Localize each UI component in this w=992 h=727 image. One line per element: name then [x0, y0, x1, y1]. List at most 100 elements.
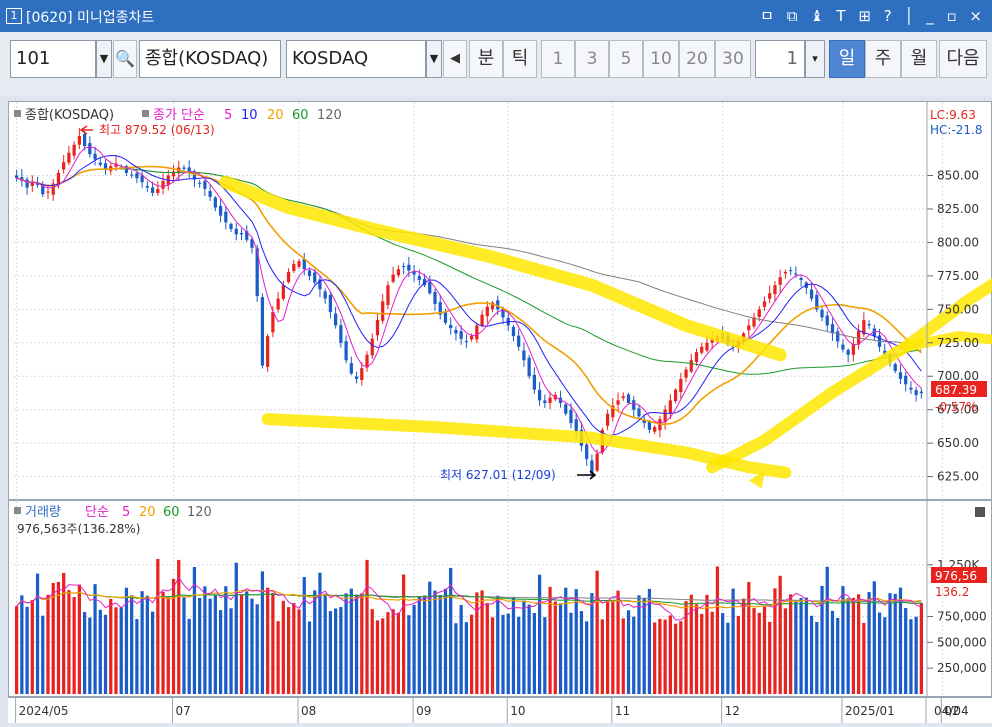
price-axis: 850.00825.00800.00775.00750.00725.00700.…: [926, 102, 979, 501]
volume-bar: [328, 611, 333, 694]
volume-bar: [517, 616, 521, 694]
x-tick-label: 08: [301, 704, 316, 718]
btn-10[interactable]: 10: [643, 40, 679, 78]
vol-ma20-line: [16, 589, 922, 610]
volume-bar: [585, 621, 589, 694]
volume-bar: [757, 612, 761, 694]
volume-chart[interactable]: 1,250K750,000500,000250,000 거래량 단순 5 20 …: [9, 501, 992, 698]
window-controls[interactable]: ㅁ ⧉ ♝ T ⊞ ? │ _ ▫ ×: [760, 5, 986, 26]
volume-bar: [166, 597, 170, 694]
period-count-input[interactable]: 1: [755, 40, 805, 78]
candle-body: [72, 144, 76, 156]
volume-bar: [46, 594, 50, 694]
volume-bar: [459, 605, 463, 694]
volume-bar: [663, 619, 667, 694]
volume-bar: [527, 604, 531, 694]
volume-bar: [537, 574, 542, 694]
code-input[interactable]: 101: [10, 40, 96, 78]
candle-body: [789, 270, 793, 272]
candle-body: [464, 341, 469, 343]
market-select[interactable]: KOSDAQ: [286, 40, 426, 78]
volume-bar: [731, 588, 735, 694]
candle-body: [527, 357, 531, 377]
prev-icon[interactable]: ◀: [443, 40, 467, 78]
candle-body: [904, 375, 908, 385]
volume-bar: [741, 598, 746, 694]
volume-bar: [407, 615, 411, 694]
candle-body: [778, 277, 782, 285]
x-tick-label: 11: [615, 704, 630, 718]
volume-bar: [30, 599, 34, 694]
volume-bar: [245, 591, 249, 694]
candle-body: [694, 352, 699, 363]
window-number: 1: [6, 8, 22, 24]
volume-bar: [422, 595, 427, 694]
price-tick-label: 850.00: [937, 169, 979, 183]
candle-body: [203, 181, 207, 189]
candle-body: [182, 167, 186, 169]
ma20-line: [16, 165, 922, 426]
btn-20[interactable]: 20: [679, 40, 715, 78]
btn-3[interactable]: 3: [575, 40, 609, 78]
name-field[interactable]: 종합(KOSDAQ): [139, 40, 281, 78]
volume-bar: [736, 615, 740, 694]
volume-bar: [156, 558, 160, 694]
volume-bar: [783, 608, 788, 694]
btn-week[interactable]: 주: [865, 40, 901, 78]
price-tick-label: 750.00: [937, 302, 979, 316]
candle-body: [898, 372, 903, 379]
period-count-dropdown-icon[interactable]: ▾: [805, 40, 825, 78]
volume-bar: [799, 598, 803, 694]
search-icon[interactable]: 🔍: [113, 40, 137, 78]
volume-bar: [543, 617, 547, 694]
volume-bar: [867, 592, 871, 694]
legend-ma5: 5: [224, 108, 232, 123]
price-tick-label: 625.00: [937, 470, 979, 484]
current-change: -0.57%: [935, 400, 977, 414]
volume-bar: [789, 594, 793, 694]
candle-body: [354, 376, 359, 379]
x-tick-label: 09: [416, 704, 431, 718]
btn-minute[interactable]: 분: [469, 40, 503, 78]
btn-month[interactable]: 월: [901, 40, 937, 78]
btn-5[interactable]: 5: [609, 40, 643, 78]
candle-body: [825, 315, 829, 326]
volume-bar: [396, 612, 401, 694]
market-dropdown-icon[interactable]: ▼: [426, 40, 442, 78]
volume-bar: [349, 588, 353, 694]
btn-tick[interactable]: 틱: [503, 40, 537, 78]
next-button[interactable]: 다음: [939, 40, 987, 78]
candle-body: [67, 152, 71, 163]
vol-close-icon[interactable]: [975, 507, 985, 517]
volume-bar: [642, 598, 646, 694]
lc-label: LC:9.63: [930, 108, 976, 122]
volume-bar: [558, 603, 563, 694]
candle-body: [218, 205, 223, 216]
volume-bar: [213, 595, 217, 694]
volume-bar: [710, 611, 714, 694]
candle-body: [851, 344, 856, 355]
volume-bar: [229, 608, 233, 694]
volume-bar: [673, 623, 678, 694]
candle-body: [626, 394, 631, 404]
btn-day[interactable]: 일: [829, 40, 865, 78]
volume-bar: [694, 604, 699, 694]
candle-body: [391, 274, 395, 282]
volume-bar: [255, 604, 259, 694]
x-tick-label: 12: [725, 704, 740, 718]
legend-ma-label: 종가 단순: [153, 108, 205, 123]
candle-body: [653, 427, 657, 432]
candle-body: [485, 306, 489, 317]
volume-bar: [501, 614, 505, 694]
volume-bar: [752, 608, 756, 694]
btn-1[interactable]: 1: [541, 40, 575, 78]
volume-bar: [898, 587, 903, 694]
price-chart[interactable]: 850.00825.00800.00775.00750.00725.00700.…: [9, 102, 992, 501]
volume-legend: 거래량 단순 5 20 60 120: [14, 505, 212, 520]
candle-body: [517, 335, 521, 347]
btn-30[interactable]: 30: [715, 40, 751, 78]
x-last-date: 04/04: [934, 704, 969, 718]
code-dropdown-icon[interactable]: ▼: [96, 40, 112, 78]
candle-body: [532, 374, 536, 390]
volume-bar: [77, 584, 81, 694]
